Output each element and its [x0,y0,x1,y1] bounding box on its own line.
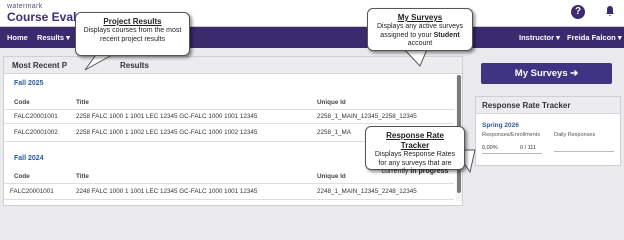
nav-user-menu[interactable]: Freida Falcon ▾ [567,33,622,42]
callout-title: Response Rate Tracker [386,131,444,150]
column-header-unique-id: Unique Id [317,99,346,106]
nav-home[interactable]: Home [7,33,28,42]
rrt-sparkline [554,151,614,152]
cell-unique-id: 2258_1_MAIN_12345_2258_12345 [317,113,417,120]
cell-title: 2258 FALC 1000 1 1002 LEC 12345 GC-FALC … [76,129,258,136]
bell-icon[interactable] [603,5,617,19]
rrt-progress-bar [482,153,542,154]
term-heading-fall-2024[interactable]: Fall 2024 [14,155,44,162]
cell-unique-id: 2258_1_MA [317,129,351,136]
panel-title: Most Recent P Results [4,57,462,74]
term-heading-fall-2025[interactable]: Fall 2025 [14,80,44,87]
divider [4,109,454,110]
rrt-term[interactable]: Spring 2026 [482,122,519,129]
my-surveys-callout: My Surveys Displays any active surveys a… [367,8,473,51]
panel-title-right: Results [120,61,149,70]
cell-unique-id: 2248_1_MAIN_12345_2248_12345 [317,188,417,195]
column-header-unique-id: Unique Id [317,173,346,180]
rrt-count: 0 / 111 [520,145,537,151]
callout-body: Displays courses from the most recent pr… [83,27,182,43]
my-surveys-button[interactable]: My Surveys ➔ [481,63,612,84]
column-header-title: Title [76,99,89,106]
cell-code: FALC20001001 [10,188,54,195]
brand-small-text: watermark [7,3,43,10]
column-header-code: Code [14,99,30,106]
nav-instructor[interactable]: Instructor ▾ [519,33,560,42]
column-header-code: Code [14,173,30,180]
callout-body-bold: Student [433,31,460,39]
cell-title: 2258 FALC 1000 1 1001 LEC 12345 GC-FALC … [76,113,258,120]
cell-code: FALC20001001 [14,113,58,120]
rrt-col-daily: Daily Responses [554,132,596,138]
rrt-percent: 0.00% [482,145,498,151]
column-header-title: Title [76,173,89,180]
rrt-callout: Response Rate Tracker Displays Response … [365,126,465,175]
cell-code: FALC20001002 [14,129,58,136]
help-icon[interactable]: ? [571,5,585,19]
nav-results[interactable]: Results ▾ [37,33,70,42]
cell-title: 2248 FALC 1000 1 1001 LEC 12345 GC-FALC … [76,188,258,195]
callout-body-bold: in progress [410,168,449,175]
panel-title-left: Most Recent P [12,61,68,70]
divider [4,183,454,184]
project-results-callout: Project Results Displays courses from th… [75,12,190,56]
callout-title: My Surveys [397,13,443,22]
rrt-title: Response Rate Tracker [476,97,620,114]
callout-body-end: account [407,40,433,47]
divider [4,123,454,124]
callout-title: Project Results [103,17,162,26]
divider [4,199,454,200]
rrt-col-responses: Responses/Enrollments [482,132,541,138]
response-rate-tracker-panel: Response Rate Tracker Spring 2026 Respon… [475,96,621,166]
